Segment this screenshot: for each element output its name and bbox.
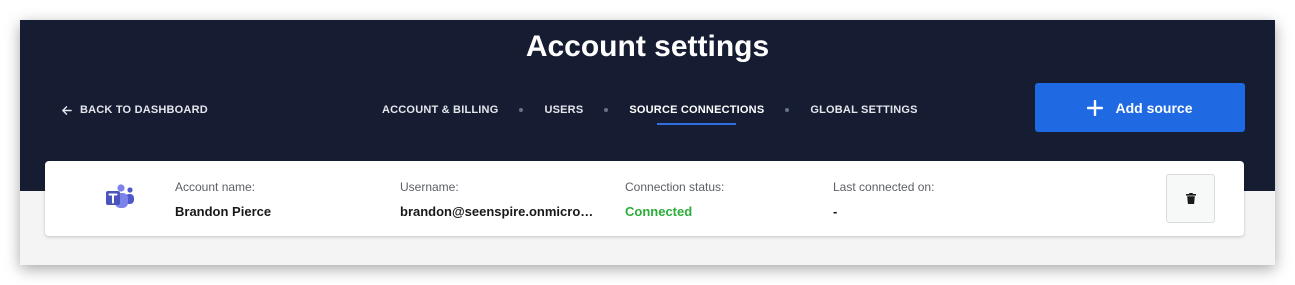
add-source-button[interactable]: Add source	[1035, 83, 1245, 132]
add-source-label: Add source	[1115, 99, 1193, 116]
arrow-left-icon	[62, 105, 72, 115]
username-value: brandon@seenspire.onmicro…	[400, 204, 594, 219]
account-name-value: Brandon Pierce	[175, 204, 272, 219]
page-title: Account settings	[525, 30, 770, 63]
app-window: Account settings BACK TO DASHBOARD ACCOU…	[20, 20, 1275, 265]
settings-tabs: ACCOUNT & BILLING USERS SOURCE CONNECTIO…	[382, 104, 918, 125]
account-name-label: Account name:	[175, 180, 256, 194]
connection-status-field: Connection status: Connected	[625, 180, 724, 219]
tab-source-connections[interactable]: SOURCE CONNECTIONS	[629, 104, 764, 125]
source-connection-card: Account name: Brandon Pierce Username: b…	[45, 161, 1244, 236]
delete-connection-button[interactable]	[1166, 174, 1215, 223]
trash-icon	[1185, 193, 1196, 204]
tab-separator	[604, 108, 609, 112]
back-to-dashboard-link[interactable]: BACK TO DASHBOARD	[61, 104, 208, 116]
plus-icon	[1087, 99, 1104, 116]
tab-users[interactable]: USERS	[544, 104, 583, 116]
username-label: Username:	[400, 180, 459, 194]
tab-global-settings[interactable]: GLOBAL SETTINGS	[810, 104, 917, 116]
connection-status-label: Connection status:	[625, 180, 725, 194]
account-name-field: Account name: Brandon Pierce	[175, 180, 271, 219]
last-connected-value: -	[833, 204, 838, 219]
username-field: Username: brandon@seenspire.onmicro…	[400, 180, 593, 219]
microsoft-teams-icon	[106, 184, 134, 208]
tab-separator	[519, 108, 524, 112]
last-connected-label: Last connected on:	[833, 180, 935, 194]
back-label: BACK TO DASHBOARD	[80, 104, 208, 116]
tab-separator	[785, 108, 790, 112]
tab-account-billing[interactable]: ACCOUNT & BILLING	[382, 104, 498, 116]
last-connected-field: Last connected on: -	[833, 180, 934, 219]
connection-status-value: Connected	[625, 204, 693, 219]
